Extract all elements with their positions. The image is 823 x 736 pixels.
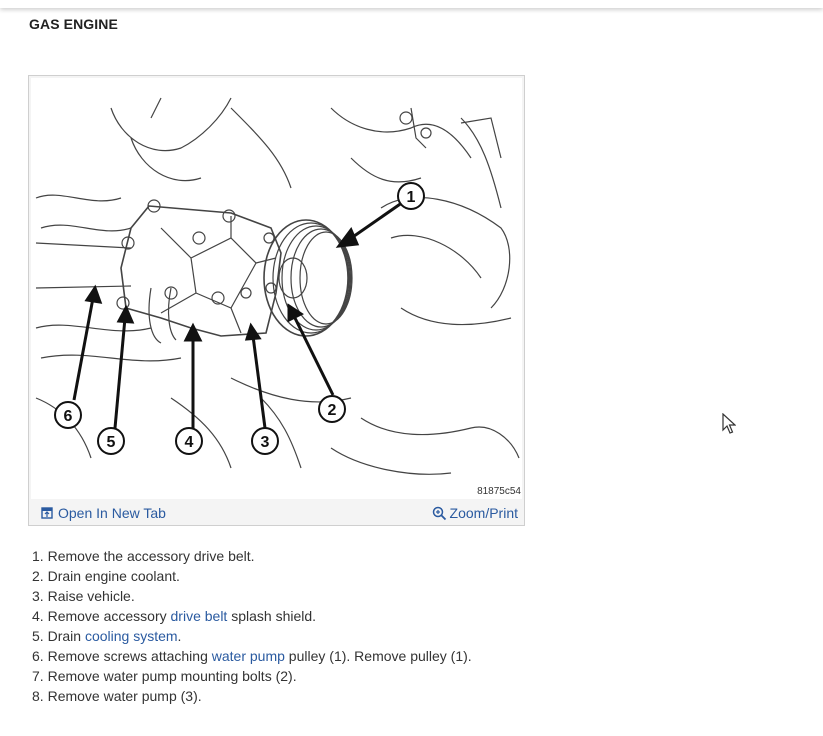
open-tab-icon	[41, 507, 53, 519]
svg-text:2: 2	[328, 402, 337, 419]
open-in-new-tab-link[interactable]: Open In New Tab	[41, 505, 166, 521]
zoom-print-label: Zoom/Print	[449, 505, 518, 521]
zoom-in-icon	[432, 506, 446, 520]
open-tab-label: Open In New Tab	[58, 505, 166, 521]
step-item: 2. Drain engine coolant.	[32, 568, 180, 584]
section-heading: GAS ENGINE	[29, 16, 118, 32]
water-pump-diagram[interactable]: 81875c54 1 2 3 4 5 6	[31, 78, 522, 499]
callout-6: 6	[54, 401, 82, 429]
procedure-steps: 1. Remove the accessory drive belt. 2. D…	[32, 546, 472, 706]
callout-2: 2	[318, 395, 346, 423]
figure-image-id: 81875c54	[477, 486, 521, 497]
step-item: 8. Remove water pump (3).	[32, 688, 202, 704]
step-item: 5. Drain cooling system.	[32, 628, 182, 644]
svg-text:6: 6	[64, 408, 73, 425]
cooling-system-link[interactable]: cooling system	[85, 628, 178, 644]
step-item: 3. Raise vehicle.	[32, 588, 135, 604]
zoom-print-link[interactable]: Zoom/Print	[432, 505, 518, 521]
step-item: 7. Remove water pump mounting bolts (2).	[32, 668, 297, 684]
mouse-cursor-icon	[722, 413, 736, 434]
step-item: 1. Remove the accessory drive belt.	[32, 548, 255, 564]
callout-1: 1	[397, 182, 425, 210]
svg-text:5: 5	[107, 434, 116, 451]
step-item: 4. Remove accessory drive belt splash sh…	[32, 608, 317, 624]
callout-4: 4	[175, 427, 203, 455]
step-item: 6. Remove screws attaching water pump pu…	[32, 648, 472, 664]
svg-text:3: 3	[261, 434, 270, 451]
callout-5: 5	[97, 427, 125, 455]
water-pump-link[interactable]: water pump	[212, 648, 285, 664]
svg-text:4: 4	[185, 434, 194, 451]
top-bar	[0, 0, 823, 8]
callout-3: 3	[251, 427, 279, 455]
svg-text:1: 1	[407, 189, 416, 206]
figure-toolbar: Open In New Tab Zoom/Print	[29, 500, 524, 525]
drive-belt-link[interactable]: drive belt	[171, 608, 228, 624]
figure-container: 81875c54 1 2 3 4 5 6 Open In New Tab Zoo…	[28, 75, 525, 526]
